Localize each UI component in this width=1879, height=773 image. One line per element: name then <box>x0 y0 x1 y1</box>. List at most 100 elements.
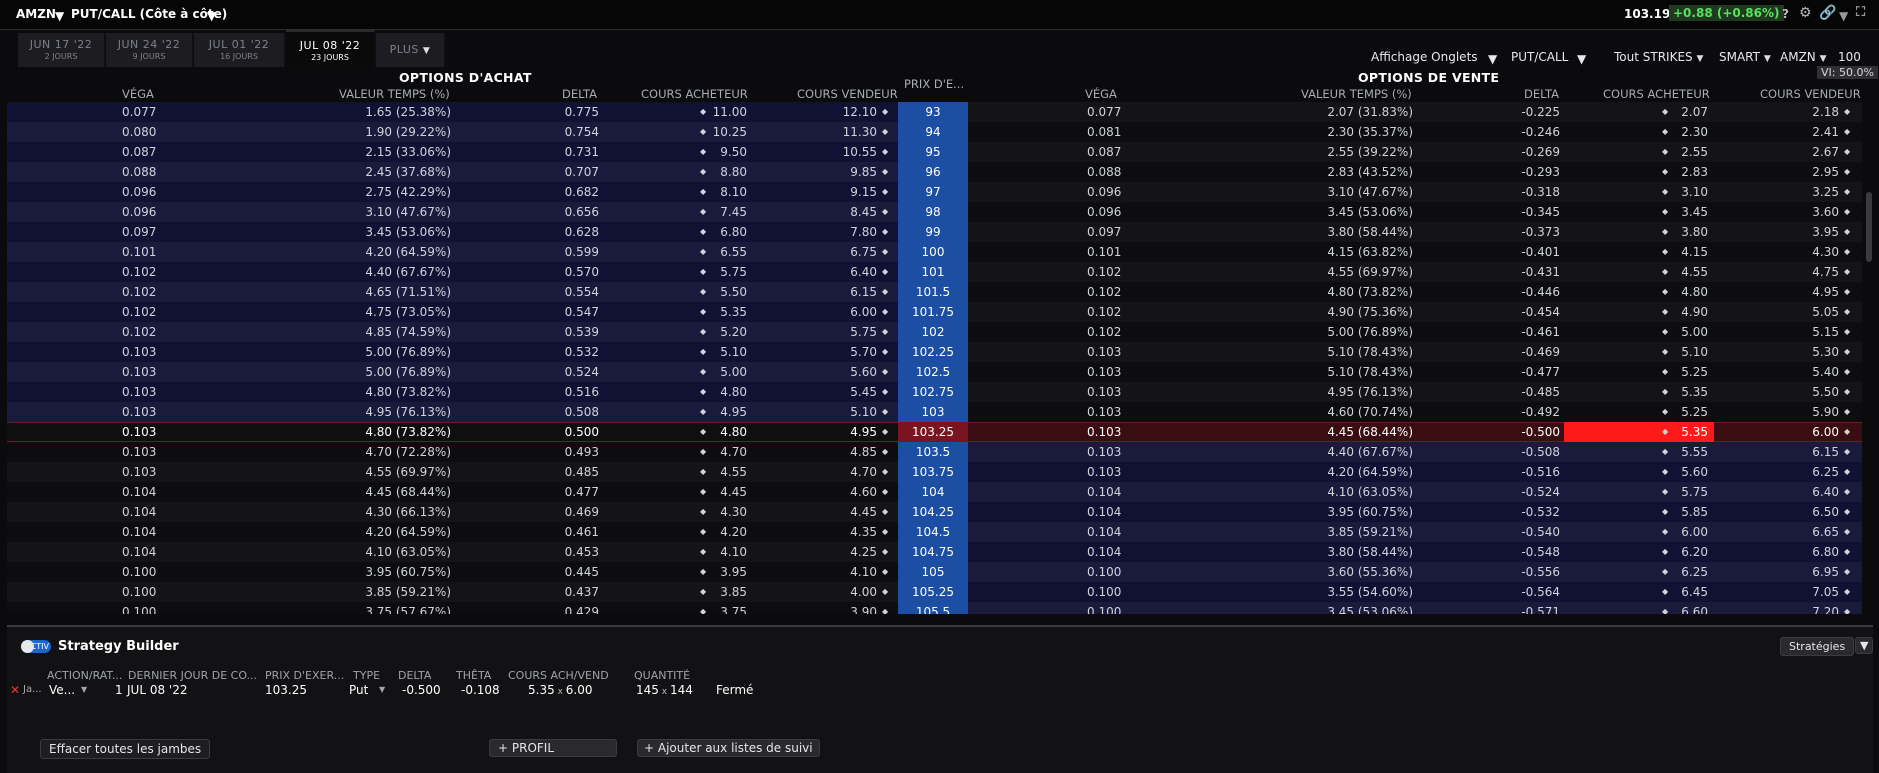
chain-scrollbar[interactable] <box>1863 102 1875 614</box>
strike-cell[interactable]: 103.25 <box>898 422 968 442</box>
table-row[interactable]: 0.087 2.15 (33.06%) 0.731 9.50 10.55 0.087 2.5… <box>7 142 1862 162</box>
leg-action-caret-icon[interactable]: ▼ <box>81 685 87 694</box>
link-icon[interactable]: 🔗 <box>1819 5 1836 21</box>
multiplier-value[interactable]: 100 <box>1838 50 1861 64</box>
gear-icon[interactable]: ⚙ <box>1799 5 1812 21</box>
leg-ratio[interactable]: 1 <box>115 683 123 697</box>
table-row[interactable]: 0.100 3.75 (57.67%) 0.429 3.75 3.90 0.100 3.45… <box>7 602 1862 614</box>
strategy-toggle[interactable]: ACTIV <box>21 640 51 653</box>
display-mode-caret-icon[interactable]: ▼ <box>1488 52 1497 66</box>
view-mode-label[interactable]: PUT/CALL (Côte à côte) <box>71 7 227 21</box>
put-vega-header[interactable]: VÉGA <box>1085 87 1117 101</box>
clear-legs-button[interactable]: Effacer toutes les jambes <box>40 739 211 759</box>
table-row[interactable]: 0.102 4.85 (74.59%) 0.539 5.20 5.75 0.102 5.00… <box>7 322 1862 342</box>
strike-cell[interactable]: 101.75 <box>898 302 968 322</box>
menu-caret-icon[interactable]: ▼ <box>1839 9 1848 23</box>
strike-cell[interactable]: 104.75 <box>898 542 968 562</box>
table-row[interactable]: 0.101 4.20 (64.59%) 0.599 6.55 6.75 0.101 4.15… <box>7 242 1862 262</box>
strategies-button[interactable]: Stratégies <box>1780 637 1855 656</box>
table-row[interactable]: 0.097 3.45 (53.06%) 0.628 6.80 7.80 0.097 3.80… <box>7 222 1862 242</box>
putcall-selector[interactable]: PUT/CALL <box>1511 50 1568 64</box>
tab-more[interactable]: PLUS ▼ <box>376 33 445 67</box>
tab-expiry-jun17[interactable]: JUN 17 '22 2 JOURS <box>18 33 105 67</box>
strike-cell[interactable]: 100 <box>898 242 968 262</box>
table-row[interactable]: 0.077 1.65 (25.38%) 0.775 11.00 12.10 0.077 2.… <box>7 102 1862 122</box>
strike-cell[interactable]: 105.25 <box>898 582 968 602</box>
strike-cell[interactable]: 102 <box>898 322 968 342</box>
leg-type[interactable]: Put <box>349 683 368 697</box>
strike-cell[interactable]: 95 <box>898 142 968 162</box>
call-delta-header[interactable]: DELTA <box>562 87 597 101</box>
leg-strike[interactable]: 103.25 <box>265 683 307 697</box>
symbol-dropdown-icon[interactable]: ▼ <box>55 9 64 23</box>
put-timevalue-header[interactable]: VALEUR TEMPS (%) <box>1301 87 1412 101</box>
strikes-selector[interactable]: Tout STRIKES ▼ <box>1614 50 1703 64</box>
table-row[interactable]: 0.096 3.10 (47.67%) 0.656 7.45 8.45 0.096 3.45… <box>7 202 1862 222</box>
strike-cell[interactable]: 98 <box>898 202 968 222</box>
symbol-label[interactable]: AMZN <box>16 7 56 21</box>
table-row[interactable]: 0.103 4.80 (73.82%) 0.516 4.80 5.45 0.103 4.95… <box>7 382 1862 402</box>
table-row[interactable]: 0.080 1.90 (29.22%) 0.754 10.25 11.30 0.081 2.… <box>7 122 1862 142</box>
putcall-caret-icon[interactable]: ▼ <box>1577 52 1586 66</box>
remove-leg-icon[interactable]: ✕ <box>10 683 20 697</box>
strike-cell[interactable]: 93 <box>898 102 968 122</box>
strike-cell[interactable]: 105.5 <box>898 602 968 614</box>
leg-last-day[interactable]: JUL 08 '22 <box>127 683 187 697</box>
table-row[interactable]: 0.102 4.40 (67.67%) 0.570 5.75 6.40 0.102 4.55… <box>7 262 1862 282</box>
leg-type-caret-icon[interactable]: ▼ <box>379 685 385 694</box>
table-row[interactable]: 0.103 5.00 (76.89%) 0.524 5.00 5.60 0.103 5.10… <box>7 362 1862 382</box>
table-row[interactable]: 0.103 4.55 (69.97%) 0.485 4.55 4.70 0.103 4.20… <box>7 462 1862 482</box>
put-delta-header[interactable]: DELTA <box>1524 87 1559 101</box>
table-row[interactable]: 0.096 2.75 (42.29%) 0.682 8.10 9.15 0.096 3.10… <box>7 182 1862 202</box>
tab-expiry-jul08[interactable]: JUL 08 '22 23 JOURS <box>286 30 375 70</box>
scrollbar-thumb[interactable] <box>1866 192 1872 262</box>
strike-cell[interactable]: 103 <box>898 402 968 422</box>
strike-cell[interactable]: 94 <box>898 122 968 142</box>
table-row[interactable]: 0.100 3.85 (59.21%) 0.437 3.85 4.00 0.100 3.55… <box>7 582 1862 602</box>
add-watchlist-button[interactable]: + Ajouter aux listes de suivi <box>637 739 820 757</box>
strike-cell[interactable]: 96 <box>898 162 968 182</box>
display-mode-selector[interactable]: Affichage Onglets <box>1371 50 1478 64</box>
strike-cell[interactable]: 105 <box>898 562 968 582</box>
tab-expiry-jul01[interactable]: JUL 01 '22 16 JOURS <box>194 33 285 67</box>
strike-cell[interactable]: 102.75 <box>898 382 968 402</box>
table-row[interactable]: 0.102 4.75 (73.05%) 0.547 5.35 6.00 0.102 4.90… <box>7 302 1862 322</box>
call-ask-header[interactable]: COURS VENDEUR <box>797 87 898 101</box>
table-row[interactable]: 0.102 4.65 (71.51%) 0.554 5.50 6.15 0.102 4.80… <box>7 282 1862 302</box>
strike-header[interactable]: PRIX D'E... <box>904 77 964 91</box>
table-row[interactable]: 0.088 2.45 (37.68%) 0.707 8.80 9.85 0.088 2.83… <box>7 162 1862 182</box>
table-row[interactable]: 0.104 4.30 (66.13%) 0.469 4.30 4.45 0.104 3.95… <box>7 502 1862 522</box>
help-icon[interactable]: ? <box>1782 7 1789 21</box>
strike-cell[interactable]: 104.5 <box>898 522 968 542</box>
leg-action[interactable]: Ve... <box>49 683 75 697</box>
call-bid-header[interactable]: COURS ACHETEUR <box>641 87 748 101</box>
table-row[interactable]: 0.103 4.80 (73.82%) 0.500 4.80 4.95 0.103 4.45… <box>7 422 1862 442</box>
exchange-selector[interactable]: SMART ▼ <box>1719 50 1771 64</box>
put-bid-header[interactable]: COURS ACHETEUR <box>1603 87 1710 101</box>
tab-expiry-jun24[interactable]: JUN 24 '22 9 JOURS <box>106 33 193 67</box>
strike-cell[interactable]: 101.5 <box>898 282 968 302</box>
call-timevalue-header[interactable]: VALEUR TEMPS (%) <box>339 87 450 101</box>
strike-cell[interactable]: 97 <box>898 182 968 202</box>
strike-cell[interactable]: 104 <box>898 482 968 502</box>
table-row[interactable]: 0.103 4.95 (76.13%) 0.508 4.95 5.10 0.103 4.60… <box>7 402 1862 422</box>
underlying-selector[interactable]: AMZN ▼ <box>1780 50 1827 64</box>
profile-button[interactable]: + PROFIL <box>489 739 617 757</box>
call-vega-header[interactable]: VÉGA <box>122 87 154 101</box>
strike-cell[interactable]: 104.25 <box>898 502 968 522</box>
table-row[interactable]: 0.104 4.20 (64.59%) 0.461 4.20 4.35 0.104 3.85… <box>7 522 1862 542</box>
table-row[interactable]: 0.104 4.10 (63.05%) 0.453 4.10 4.25 0.104 3.80… <box>7 542 1862 562</box>
expand-icon[interactable]: ⛶ <box>1856 5 1865 20</box>
strike-cell[interactable]: 103.75 <box>898 462 968 482</box>
table-row[interactable]: 0.100 3.95 (60.75%) 0.445 3.95 4.10 0.100 3.60… <box>7 562 1862 582</box>
table-row[interactable]: 0.103 4.70 (72.28%) 0.493 4.70 4.85 0.103 4.40… <box>7 442 1862 462</box>
strike-cell[interactable]: 99 <box>898 222 968 242</box>
view-mode-dropdown-icon[interactable]: ▼ <box>207 9 216 23</box>
strike-cell[interactable]: 103.5 <box>898 442 968 462</box>
table-row[interactable]: 0.103 5.00 (76.89%) 0.532 5.10 5.70 0.103 5.10… <box>7 342 1862 362</box>
strike-cell[interactable]: 101 <box>898 262 968 282</box>
strike-cell[interactable]: 102.25 <box>898 342 968 362</box>
table-row[interactable]: 0.104 4.45 (68.44%) 0.477 4.45 4.60 0.104 4.10… <box>7 482 1862 502</box>
strategies-dropdown-icon[interactable]: ▼ <box>1855 637 1874 654</box>
strike-cell[interactable]: 102.5 <box>898 362 968 382</box>
